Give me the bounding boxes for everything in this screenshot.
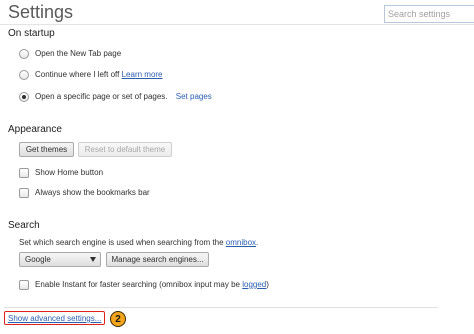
- search-engine-select[interactable]: Google: [19, 252, 101, 267]
- search-engine-description: Set which search engine is used when sea…: [19, 238, 258, 247]
- startup-continue-text: Continue where I left off: [35, 70, 120, 79]
- omnibox-link[interactable]: omnibox: [226, 238, 256, 247]
- bottom-divider: [4, 307, 438, 308]
- search-description-end: .: [256, 238, 259, 247]
- enable-instant-label: Enable Instant for faster searching (omn…: [35, 280, 269, 289]
- instant-text: Enable Instant for faster searching (omn…: [35, 280, 240, 289]
- startup-continue-label: Continue where I left off Learn more: [35, 70, 163, 79]
- startup-specific-pages-radio[interactable]: [19, 92, 29, 102]
- search-description-text: Set which search engine is used when sea…: [19, 238, 224, 247]
- startup-specific-text: Open a specific page or set of pages.: [35, 92, 168, 101]
- manage-search-engines-button[interactable]: Manage search engines...: [106, 252, 209, 267]
- startup-continue-radio[interactable]: [19, 70, 29, 80]
- set-pages-link[interactable]: Set pages: [176, 92, 212, 101]
- search-settings-input[interactable]: [384, 5, 474, 23]
- show-home-button-label: Show Home button: [35, 168, 104, 177]
- show-home-button-checkbox[interactable]: [19, 168, 29, 178]
- reset-theme-button[interactable]: Reset to default theme: [78, 142, 172, 157]
- logged-link[interactable]: logged: [242, 280, 266, 289]
- show-advanced-settings-link[interactable]: Show advanced settings...: [8, 314, 101, 323]
- title-divider: [0, 24, 474, 25]
- chevron-down-icon: [90, 257, 96, 262]
- bookmarks-bar-label: Always show the bookmarks bar: [35, 188, 150, 197]
- startup-newtab-radio[interactable]: [19, 49, 29, 59]
- page-title: Settings: [8, 2, 74, 22]
- startup-newtab-label: Open the New Tab page: [35, 49, 122, 58]
- bookmarks-bar-checkbox[interactable]: [19, 188, 29, 198]
- learn-more-link[interactable]: Learn more: [122, 70, 163, 79]
- appearance-heading: Appearance: [8, 124, 62, 135]
- startup-specific-label: Open a specific page or set of pages. Se…: [35, 92, 212, 101]
- get-themes-button[interactable]: Get themes: [19, 142, 74, 157]
- search-heading: Search: [8, 220, 40, 231]
- callout-number-badge: 2: [110, 311, 126, 327]
- instant-end: ): [266, 280, 269, 289]
- startup-heading: On startup: [8, 28, 55, 39]
- enable-instant-checkbox[interactable]: [19, 280, 29, 290]
- search-engine-value: Google: [25, 255, 51, 264]
